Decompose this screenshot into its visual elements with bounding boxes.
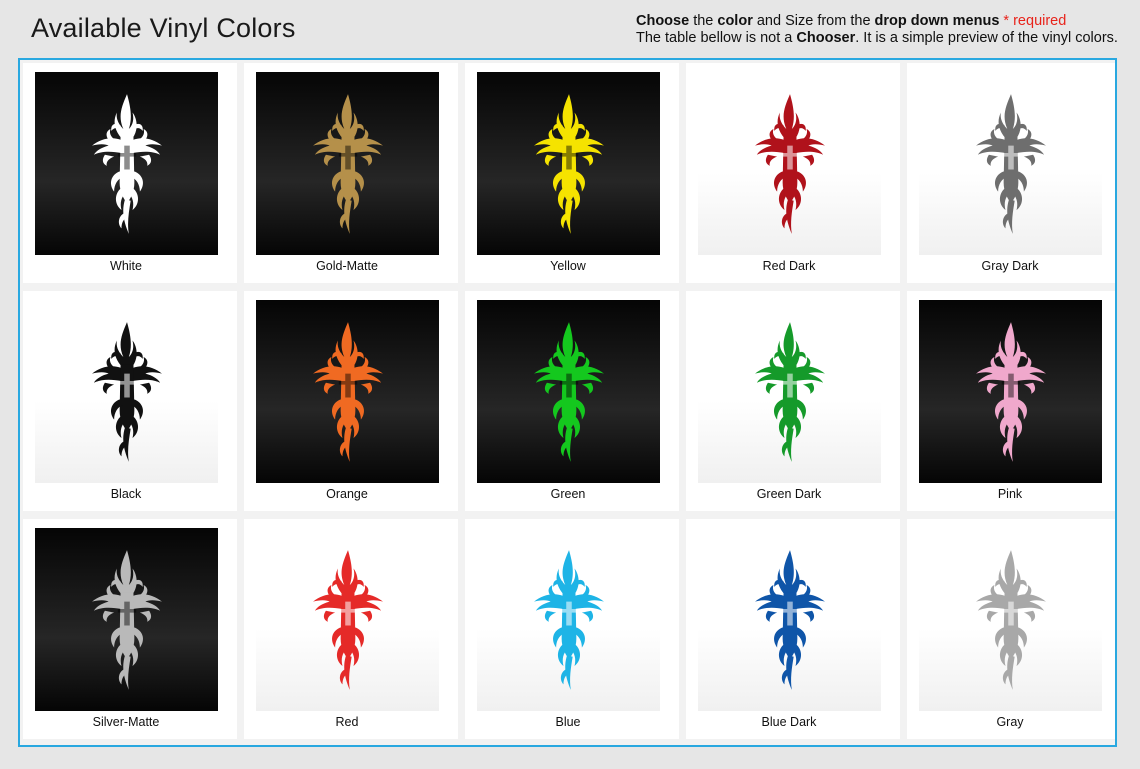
color-swatch-cell: Gray Dark [907, 63, 1115, 283]
color-preview-image [35, 72, 218, 255]
color-swatch-cell: Gold-Matte [244, 63, 458, 283]
required-marker: * required [999, 13, 1067, 29]
color-swatch-cell: Black [23, 291, 237, 511]
color-preview-image [919, 528, 1102, 711]
tribal-cross-icon [312, 321, 383, 462]
color-label: Blue [555, 715, 581, 729]
tribal-cross-icon [312, 93, 383, 234]
color-preview-image [477, 300, 660, 483]
color-label: Red Dark [762, 259, 816, 273]
tribal-cross-icon [91, 549, 162, 690]
instr-drop-down-menus: drop down menus [874, 13, 1000, 29]
instr-text-4: . It is a simple preview of the vinyl co… [855, 30, 1118, 46]
tribal-cross-icon [975, 549, 1046, 690]
color-label: Gold-Matte [316, 259, 378, 273]
color-label: Gray [996, 715, 1024, 729]
color-swatch-cell: Gray [907, 519, 1115, 739]
tribal-cross-icon [533, 93, 604, 234]
color-label: Green [550, 487, 586, 501]
instr-text-1: the [689, 13, 718, 29]
color-label: Gray Dark [981, 259, 1039, 273]
color-preview-image [919, 300, 1102, 483]
instructions-line-2: The table bellow is not a Chooser. It is… [636, 30, 1120, 47]
tribal-cross-icon [533, 321, 604, 462]
color-swatch-cell: Silver-Matte [23, 519, 237, 739]
color-swatch-cell: Blue [465, 519, 679, 739]
color-preview-image [698, 72, 881, 255]
color-preview-image [477, 72, 660, 255]
instr-choose: Choose [636, 13, 690, 29]
tribal-cross-icon [91, 321, 162, 462]
color-swatch-cell: Blue Dark [686, 519, 900, 739]
color-preview-image [256, 528, 439, 711]
color-label: Black [110, 487, 142, 501]
tribal-cross-icon [754, 93, 825, 234]
color-preview-image [919, 72, 1102, 255]
color-label: Orange [326, 487, 368, 501]
color-swatch-cell: Red [244, 519, 458, 739]
tribal-cross-icon [975, 93, 1046, 234]
tribal-cross-icon [91, 93, 162, 234]
color-label: White [110, 259, 142, 273]
instr-text-2: and Size from the [752, 13, 875, 29]
tribal-cross-icon [533, 549, 604, 690]
color-label: Red [335, 715, 359, 729]
color-label: Pink [997, 487, 1023, 501]
color-grid: White Gold-Matte Yellow Red Dark Gray Da… [23, 63, 1115, 739]
instructions-notice: Choose the color and Size from the drop … [636, 13, 1120, 47]
instr-text-3: The table bellow is not a [636, 30, 797, 46]
color-preview-image [35, 300, 218, 483]
color-swatch-cell: Pink [907, 291, 1115, 511]
instr-chooser: Chooser [796, 30, 856, 46]
instr-color: color [717, 13, 753, 29]
page-title: Available Vinyl Colors [31, 13, 296, 43]
color-preview-image [35, 528, 218, 711]
color-label: Blue Dark [761, 715, 817, 729]
color-swatch-cell: Green Dark [686, 291, 900, 511]
color-preview-image [698, 528, 881, 711]
color-swatch-cell: Orange [244, 291, 458, 511]
tribal-cross-icon [975, 321, 1046, 462]
color-preview-image [477, 528, 660, 711]
color-preview-image [256, 72, 439, 255]
color-swatch-cell: White [23, 63, 237, 283]
color-swatch-cell: Green [465, 291, 679, 511]
color-label: Green Dark [756, 487, 822, 501]
color-swatch-cell: Red Dark [686, 63, 900, 283]
tribal-cross-icon [312, 549, 383, 690]
color-preview-image [698, 300, 881, 483]
color-preview-image [256, 300, 439, 483]
tribal-cross-icon [754, 321, 825, 462]
color-label: Yellow [550, 259, 586, 273]
color-label: Silver-Matte [92, 715, 160, 729]
color-preview-panel: White Gold-Matte Yellow Red Dark Gray Da… [18, 58, 1117, 747]
tribal-cross-icon [754, 549, 825, 690]
color-swatch-cell: Yellow [465, 63, 679, 283]
instructions-line-1: Choose the color and Size from the drop … [636, 13, 1120, 30]
